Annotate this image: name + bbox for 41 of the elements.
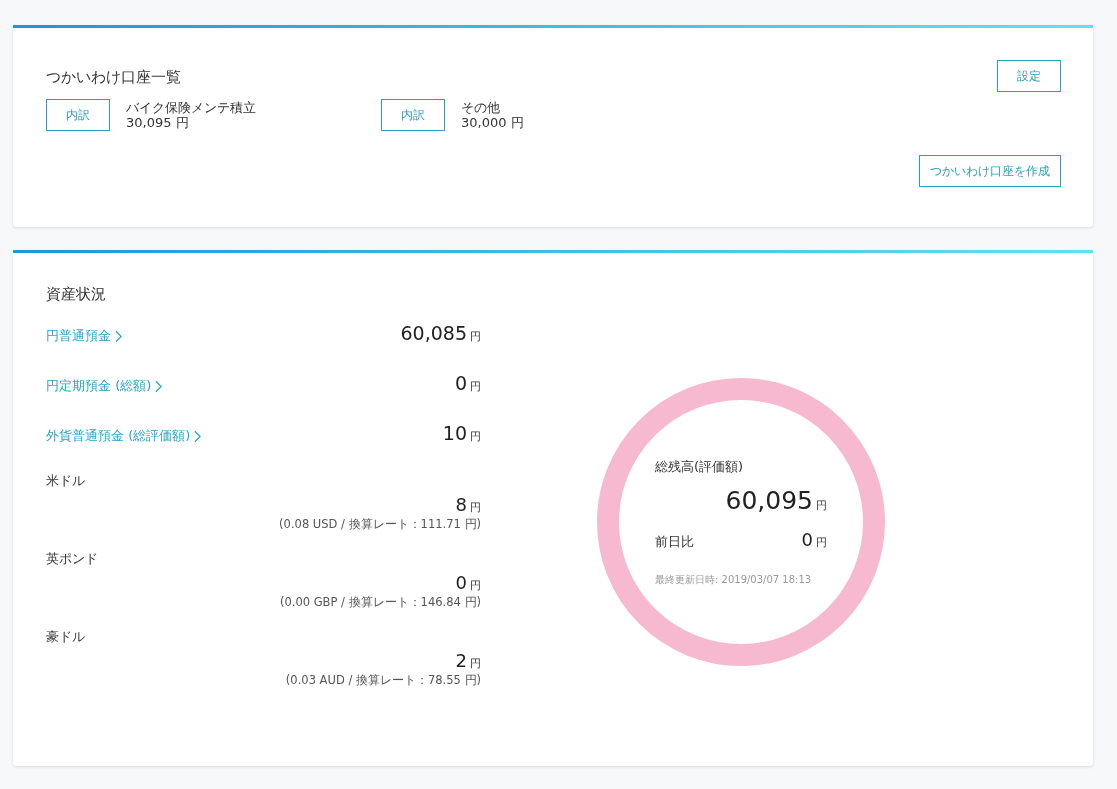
account-link[interactable]: 円定期預金 (総額) bbox=[46, 377, 455, 395]
exchange-detail: (0.08 USD / 換算レート：111.71 円) bbox=[278, 517, 481, 532]
balance-amount: 60,085 bbox=[400, 322, 467, 344]
section-title: 資産状況 bbox=[46, 285, 107, 304]
chevron-icon bbox=[115, 329, 122, 343]
exchange-detail: (0.00 GBP / 換算レート：146.84 円) bbox=[278, 595, 481, 610]
currency-name: 豪ドル bbox=[46, 628, 86, 646]
yen-unit: 円 bbox=[470, 579, 481, 592]
account-amount: 30,095 円 bbox=[126, 115, 190, 130]
balance-amount: 0 bbox=[455, 572, 467, 593]
chevron-icon bbox=[194, 429, 202, 443]
create-account-button[interactable]: つかいわけ口座を作成 bbox=[919, 155, 1061, 187]
account-link[interactable]: 円普通預金 bbox=[46, 327, 401, 345]
currency-name: 米ドル bbox=[46, 472, 86, 490]
exchange-detail: (0.03 AUD / 換算レート：78.55 円) bbox=[284, 673, 481, 688]
account-name: バイク保険メンテ積立 bbox=[126, 100, 256, 115]
yen-unit: 円 bbox=[816, 498, 827, 512]
account-link[interactable]: 外貨普通預金 (総評価額) bbox=[46, 427, 443, 445]
total-label: 総残高(評価額) bbox=[655, 457, 745, 476]
balance-amount: 10 bbox=[442, 422, 467, 444]
balance-amount: 8 bbox=[455, 494, 467, 515]
section-title: つかいわけ口座一覧 bbox=[46, 68, 181, 87]
total-amount: 60,095 bbox=[725, 485, 813, 515]
yen-unit: 円 bbox=[816, 534, 827, 550]
yen-unit: 円 bbox=[470, 429, 481, 444]
chevron-icon bbox=[155, 379, 163, 393]
yen-unit: 円 bbox=[470, 501, 481, 514]
diff-label: 前日比 bbox=[655, 532, 695, 551]
last-updated: 最終更新日時: 2019/03/07 18:13 bbox=[655, 572, 813, 587]
settings-button[interactable]: 設定 bbox=[997, 60, 1061, 92]
breakdown-button[interactable]: 内訳 bbox=[381, 99, 445, 131]
currency-name: 英ポンド bbox=[46, 550, 99, 568]
account-name: その他 bbox=[461, 100, 501, 115]
yen-unit: 円 bbox=[470, 329, 481, 344]
balance-amount: 0 bbox=[454, 372, 467, 394]
account-amount: 30,000 円 bbox=[461, 115, 524, 130]
balance-amount: 2 bbox=[455, 650, 467, 671]
yen-unit: 円 bbox=[470, 379, 481, 394]
breakdown-button[interactable]: 内訳 bbox=[46, 99, 110, 131]
diff-amount: 0 bbox=[801, 528, 813, 550]
yen-unit: 円 bbox=[470, 657, 481, 670]
